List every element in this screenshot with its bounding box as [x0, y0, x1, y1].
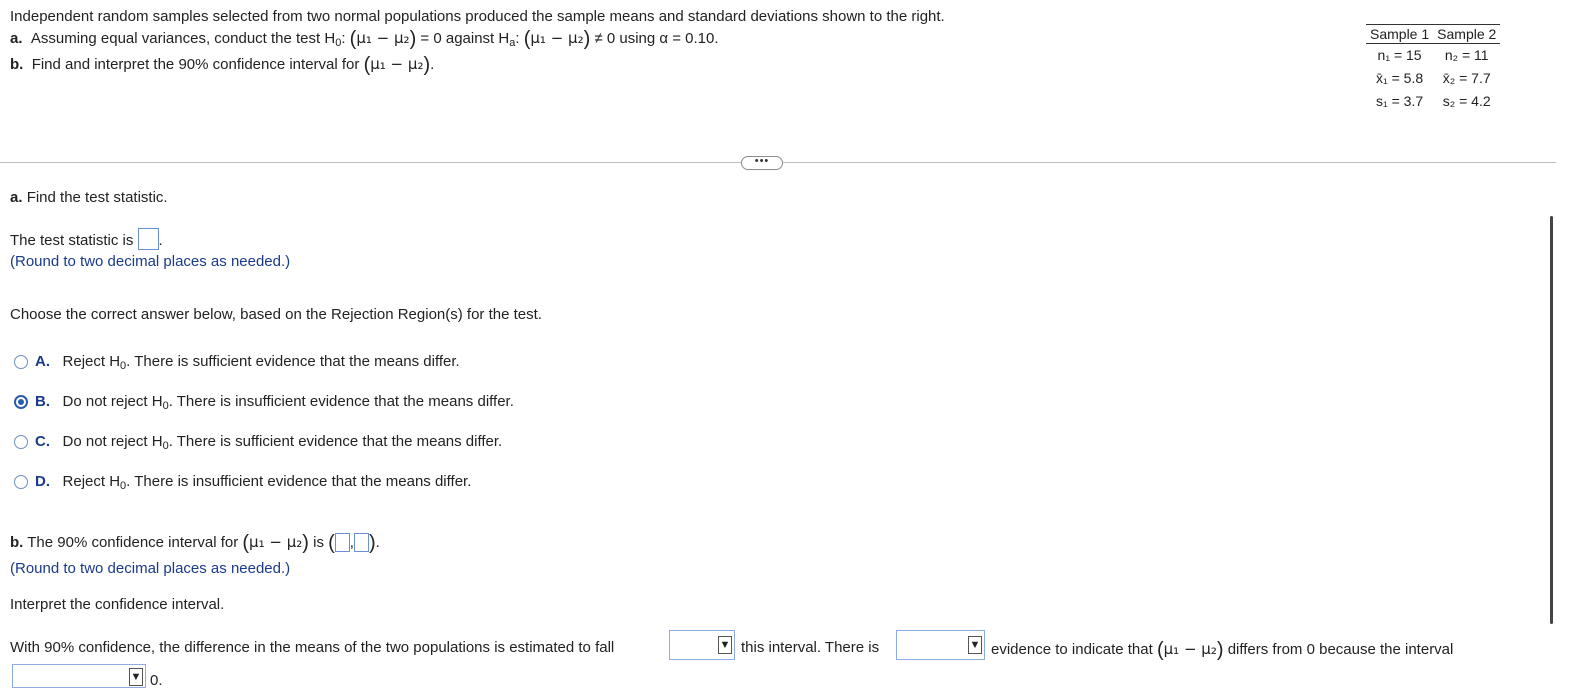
table-header-sample1: Sample 1	[1366, 24, 1434, 44]
option-text: . There is sufficient evidence that the …	[126, 353, 460, 370]
table-cell: s₂ = 4.2	[1442, 93, 1491, 109]
option-text: Reject H	[62, 353, 121, 370]
mu-diff: μ₁ − μ₂	[356, 29, 410, 47]
option-letter: A.	[35, 353, 50, 370]
part-a-using: using α = 0.10.	[619, 30, 719, 47]
evidence-dropdown[interactable]: ▼	[896, 630, 985, 660]
option-b[interactable]: B. Do not reject H0. There is insufficie…	[35, 393, 514, 412]
section-b-heading-text: The 90% confidence interval for	[27, 534, 239, 551]
radio-option-a[interactable]	[14, 355, 28, 369]
section-b-heading: b. The 90% confidence interval for (μ₁ −…	[10, 532, 380, 554]
table-cell: s₁ = 3.7	[1376, 93, 1424, 109]
section-a-letter: a.	[10, 189, 23, 206]
chevron-down-icon[interactable]: ▼	[718, 636, 732, 654]
radio-option-d[interactable]	[14, 475, 28, 489]
problem-intro: Independent random samples selected from…	[10, 8, 945, 25]
mu-diff-interp: μ₁ − μ₂	[1163, 640, 1217, 658]
table-cell: n₂ = 11	[1444, 47, 1489, 63]
interpret-prompt: Interpret the confidence interval.	[10, 596, 225, 613]
section-b-letter: b.	[10, 534, 24, 551]
option-text: . There is sufficient evidence that the …	[168, 433, 503, 450]
part-a-text: Assuming equal variances, conduct the te…	[30, 30, 336, 47]
option-text: . There is insufficient evidence that th…	[168, 393, 514, 410]
mu-diff-ci: μ₁ − μ₂	[249, 533, 303, 551]
mu-diff-alt: μ₁ − μ₂	[530, 29, 584, 47]
option-text: . There is insufficient evidence that th…	[126, 473, 472, 490]
table-header-sample2: Sample 2	[1433, 24, 1501, 44]
part-a-letter: a.	[10, 30, 23, 47]
test-statistic-hint: (Round to two decimal places as needed.)	[10, 253, 291, 270]
fall-dropdown[interactable]: ▼	[669, 630, 735, 660]
interpret-text: differs from 0 because the interval	[1227, 641, 1454, 658]
test-statistic-input[interactable]	[137, 228, 159, 250]
part-a-against: against H	[445, 30, 510, 47]
chevron-down-icon[interactable]: ▼	[968, 636, 982, 654]
choose-prompt: Choose the correct answer below, based o…	[10, 306, 542, 323]
interpret-end: 0.	[150, 672, 163, 689]
problem-part-a: a. Assuming equal variances, conduct the…	[10, 28, 719, 50]
interpret-text-2: this interval. There is	[741, 639, 880, 656]
section-a-heading-text: Find the test statistic.	[26, 189, 168, 206]
part-b-text: Find and interpret the 90% confidence in…	[31, 56, 360, 73]
table-cell: x̄₂ = 7.7	[1442, 70, 1491, 86]
option-letter: C.	[35, 433, 50, 450]
option-c[interactable]: C. Do not reject H0. There is sufficient…	[35, 433, 502, 452]
null-value: = 0	[420, 30, 442, 47]
option-a[interactable]: A. Reject H0. There is sufficient eviden…	[35, 353, 460, 372]
option-letter: D.	[35, 473, 50, 490]
part-b-letter: b.	[10, 56, 24, 73]
interpret-text: evidence to indicate that	[991, 641, 1153, 658]
option-text: Do not reject H	[62, 433, 163, 450]
option-d[interactable]: D. Reject H0. There is insufficient evid…	[35, 473, 471, 492]
mu-diff-b: μ₁ − μ₂	[370, 55, 424, 73]
problem-part-b: b. Find and interpret the 90% confidence…	[10, 54, 435, 76]
samples-table: Sample 1 Sample 2 n₁ = 15 n₂ = 11 x̄₁ = …	[1366, 24, 1501, 113]
radio-option-c[interactable]	[14, 435, 28, 449]
ci-upper-input[interactable]	[353, 533, 369, 552]
ci-lower-input[interactable]	[334, 533, 350, 552]
section-a-heading: a. Find the test statistic.	[10, 189, 168, 206]
table-row: x̄₁ = 5.8 x̄₂ = 7.7	[1366, 67, 1500, 90]
alt-value: ≠ 0	[594, 30, 616, 47]
option-letter: B.	[35, 393, 50, 410]
chevron-down-icon[interactable]: ▼	[129, 668, 143, 686]
scrollbar[interactable]	[1550, 216, 1553, 624]
table-row: s₁ = 3.7 s₂ = 4.2	[1366, 90, 1500, 113]
more-button[interactable]: •••	[741, 156, 783, 170]
section-b-is: is	[313, 534, 324, 551]
test-statistic-line: The test statistic is .	[10, 228, 163, 250]
interval-dropdown[interactable]: ▼	[12, 664, 146, 688]
interpret-text-1: With 90% confidence, the difference in t…	[10, 639, 615, 656]
test-statistic-label: The test statistic is	[10, 232, 134, 249]
option-text: Reject H	[62, 473, 121, 490]
interpret-text-3: evidence to indicate that (μ₁ − μ₂) diff…	[991, 639, 1454, 661]
table-row: n₁ = 15 n₂ = 11	[1366, 44, 1500, 68]
option-text: Do not reject H	[62, 393, 163, 410]
table-cell: n₁ = 15	[1377, 47, 1422, 63]
radio-option-b[interactable]	[14, 395, 28, 409]
ci-hint: (Round to two decimal places as needed.)	[10, 560, 291, 577]
table-cell: x̄₁ = 5.8	[1376, 70, 1424, 86]
